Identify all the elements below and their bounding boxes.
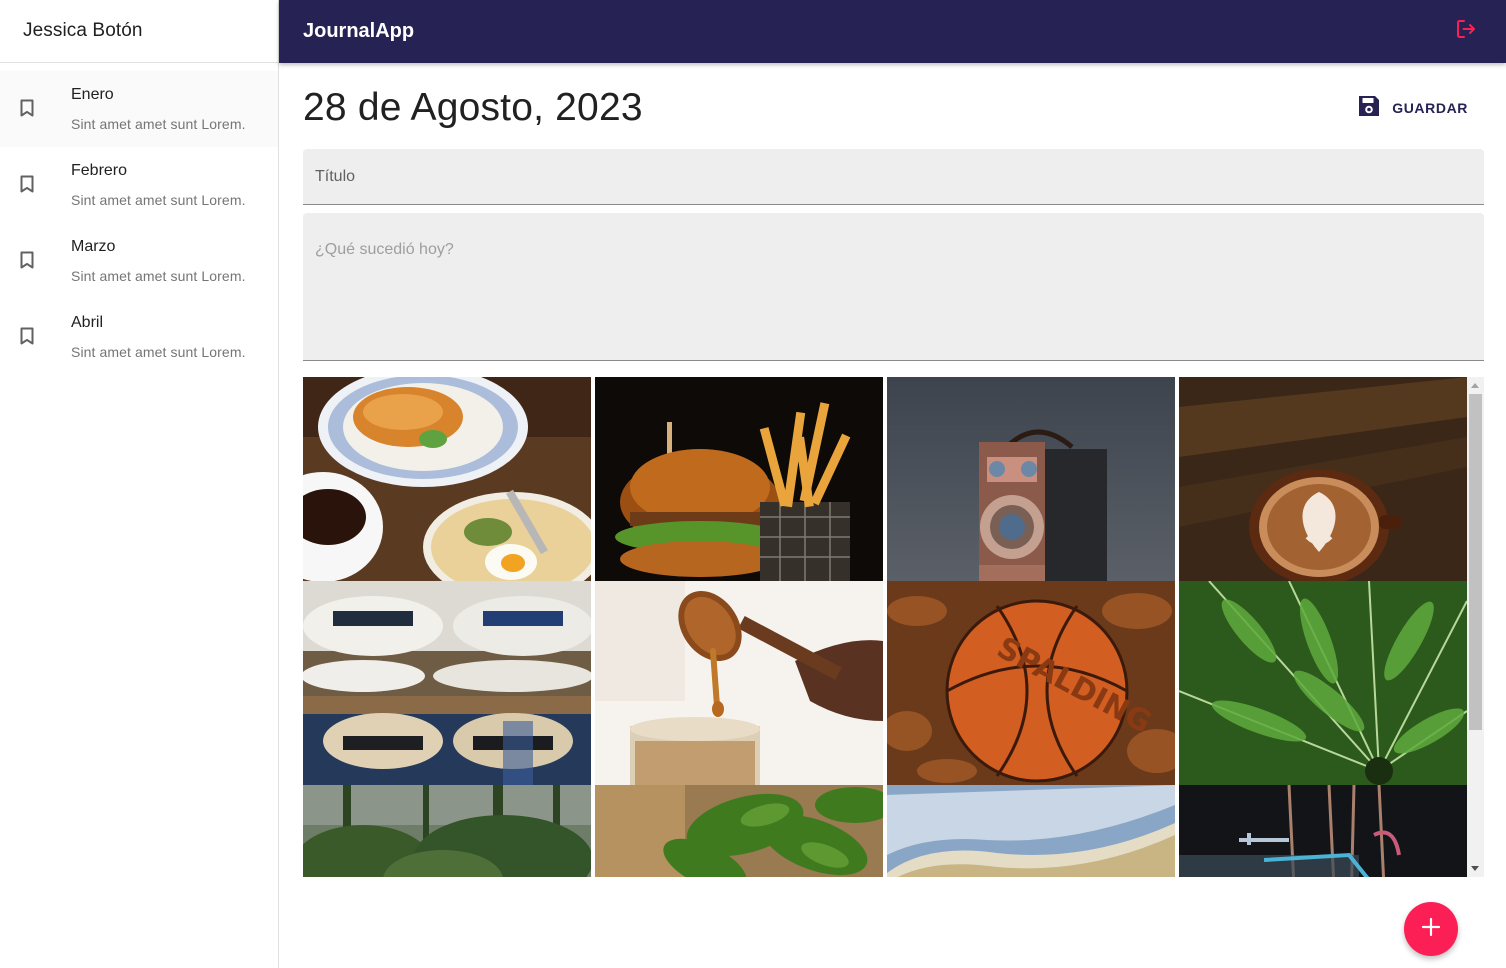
bookmark-icon (0, 147, 71, 193)
body-textarea[interactable] (303, 213, 1484, 360)
entry-subtitle: Sint amet amet sunt Lorem. (71, 116, 246, 132)
sidebar-header: Jessica Botón (0, 0, 278, 63)
entry-title: Marzo (71, 238, 116, 255)
entry-title: Abril (71, 314, 104, 331)
honey-dipper-photo[interactable] (595, 581, 883, 785)
user-name: Jessica Botón (23, 20, 143, 41)
latte-art-coffee-photo[interactable] (1179, 377, 1467, 581)
gallery-scrollbar[interactable] (1467, 377, 1484, 877)
sidebar-entry-abril[interactable]: Abril Sint amet amet sunt Lorem. (0, 299, 278, 375)
body-field[interactable] (303, 213, 1484, 361)
spalding-basketball-photo[interactable]: SPALDING (887, 581, 1175, 785)
scroll-down-arrow[interactable] (1471, 866, 1479, 871)
straw-hats-photo[interactable] (303, 581, 591, 785)
bookmark-icon (0, 299, 71, 345)
burger-fries-photo[interactable] (595, 377, 883, 581)
sidebar-entry-febrero[interactable]: Febrero Sint amet amet sunt Lorem. (0, 147, 278, 223)
note-header: 28 de Agosto, 2023 GUARDAR (303, 63, 1484, 149)
image-grid: SPALDING (303, 377, 1467, 877)
beach-wave-sand-photo[interactable] (887, 785, 1175, 877)
forest-trees-photo[interactable] (303, 785, 591, 877)
sidebar: Jessica Botón Enero Sint amet amet sunt … (0, 0, 279, 968)
breakfast-croissant-photo[interactable] (303, 377, 591, 581)
title-field[interactable] (303, 149, 1484, 205)
app-bar: JournalApp (279, 0, 1506, 63)
entry-title: Febrero (71, 162, 128, 179)
basil-leaves-photo[interactable] (595, 785, 883, 877)
bookmark-icon (0, 71, 71, 117)
logout-button[interactable] (1452, 18, 1480, 46)
app-title: JournalApp (303, 20, 415, 42)
sidebar-entry-marzo[interactable]: Marzo Sint amet amet sunt Lorem. (0, 223, 278, 299)
entry-subtitle: Sint amet amet sunt Lorem. (71, 268, 246, 284)
logout-icon (1455, 18, 1477, 45)
entry-title: Enero (71, 86, 114, 103)
plus-icon (1420, 916, 1442, 943)
save-button[interactable]: GUARDAR (1348, 87, 1480, 130)
sidebar-entry-enero[interactable]: Enero Sint amet amet sunt Lorem. (0, 71, 278, 147)
add-entry-button[interactable] (1404, 902, 1458, 956)
save-icon (1356, 93, 1382, 124)
image-gallery[interactable]: SPALDING (303, 377, 1484, 877)
entry-list: Enero Sint amet amet sunt Lorem. Febrero… (0, 63, 278, 375)
title-input[interactable] (303, 149, 1484, 204)
entry-subtitle: Sint amet amet sunt Lorem. (71, 344, 246, 360)
note-date: 28 de Agosto, 2023 (303, 86, 643, 129)
scroll-thumb[interactable] (1469, 394, 1482, 730)
save-label: GUARDAR (1392, 100, 1468, 116)
scroll-up-arrow[interactable] (1471, 383, 1479, 388)
note-view: 28 de Agosto, 2023 GUARDAR Título ¿Qué s… (303, 63, 1484, 877)
bookmark-icon (0, 223, 71, 269)
entry-subtitle: Sint amet amet sunt Lorem. (71, 192, 246, 208)
fern-leaf-photo[interactable] (1179, 581, 1467, 785)
vintage-camera-photo[interactable] (887, 377, 1175, 581)
bicycle-photo[interactable] (1179, 785, 1467, 877)
